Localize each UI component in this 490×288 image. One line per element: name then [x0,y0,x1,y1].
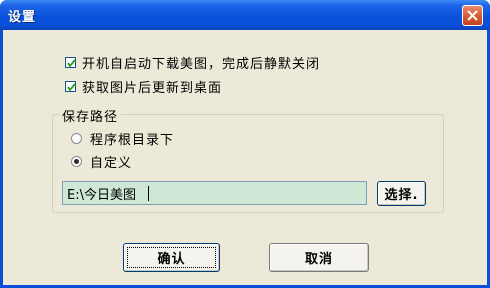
cancel-button[interactable]: 取消 [269,243,369,272]
update-desktop-checkbox[interactable] [65,80,76,92]
radio-custom[interactable]: 自定义 [71,153,133,171]
choose-button[interactable]: 选择. [377,181,426,206]
update-desktop-label: 获取图片后更新到桌面 [82,80,223,96]
checkmark-icon [67,58,76,68]
window-title: 设置 [8,10,37,25]
title-bar[interactable]: 设置 [0,0,490,30]
option-autostart[interactable]: 开机自启动下载美图，完成后静默关闭 [65,54,321,72]
close-icon [467,10,478,21]
ok-button[interactable]: 确认 [123,243,220,272]
autostart-label: 开机自启动下载美图，完成后静默关闭 [82,56,321,72]
settings-dialog: 设置 开机自启动下载美图，完成后静默关闭 获取图片后更新到桌面 保存路径 程序根… [0,0,490,288]
custom-label: 自定义 [90,155,133,171]
autostart-checkbox[interactable] [65,56,76,68]
program-dir-label: 程序根目录下 [90,132,175,148]
focus-ring [127,247,216,268]
text-caret [148,186,149,201]
dialog-body: 开机自启动下载美图，完成后静默关闭 获取图片后更新到桌面 保存路径 程序根目录下… [3,30,487,285]
option-update-desktop[interactable]: 获取图片后更新到桌面 [65,78,223,96]
save-path-group-title: 保存路径 [59,106,122,125]
save-path-input[interactable] [62,181,367,205]
custom-radio[interactable] [71,155,82,167]
radio-program-dir[interactable]: 程序根目录下 [71,130,175,148]
checkmark-icon [67,82,76,92]
close-button[interactable] [462,5,483,26]
program-dir-radio[interactable] [71,132,82,144]
cancel-label: 取消 [304,252,333,267]
